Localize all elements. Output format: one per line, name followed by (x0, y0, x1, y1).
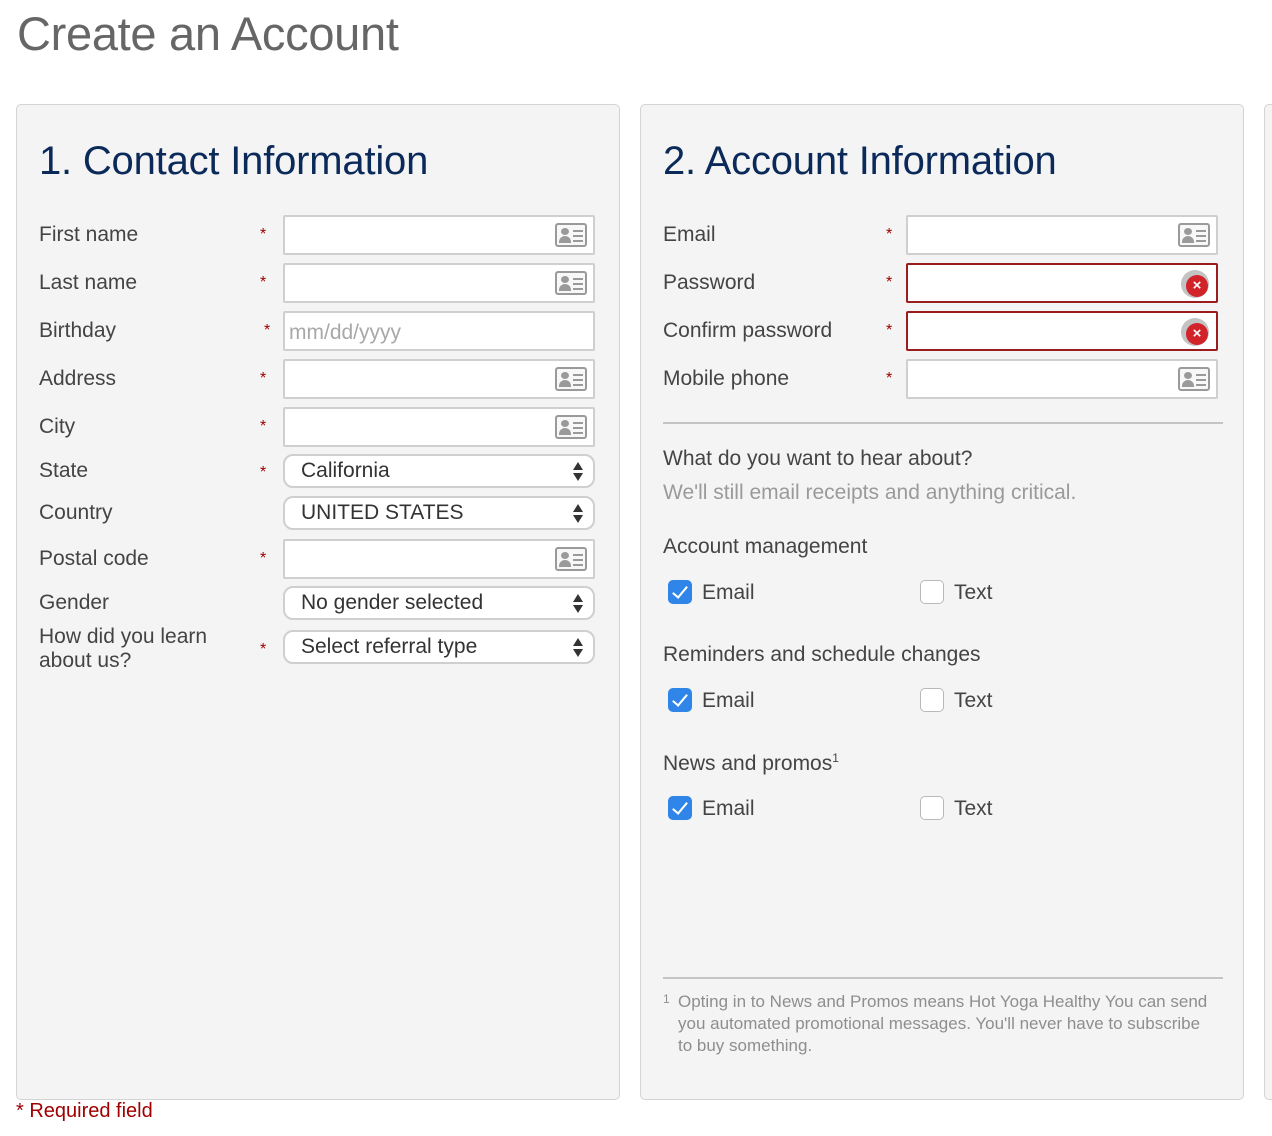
select-arrows-icon (573, 460, 583, 482)
state-label: State (39, 459, 89, 482)
required-marker: * (886, 370, 893, 387)
gender-label: Gender (39, 591, 110, 614)
country-label: Country (39, 501, 113, 524)
country-value: UNITED STATES (301, 501, 464, 524)
error-x-icon: × (1181, 270, 1209, 298)
city-input[interactable] (283, 407, 595, 447)
first-name-input[interactable] (283, 215, 595, 255)
password-input[interactable]: × (906, 263, 1218, 303)
required-field-note: * Required field (16, 1100, 153, 1122)
account-management-text-label[interactable]: Text (954, 581, 993, 605)
referral-label: How did you learn about us? (39, 625, 207, 673)
confirm-password-input[interactable]: × (906, 311, 1218, 351)
account-management-text-checkbox[interactable] (920, 580, 944, 604)
news-promos-title: News and promos1 (663, 751, 839, 776)
error-x-icon: × (1181, 318, 1209, 346)
required-marker: * (260, 370, 267, 387)
news-promos-text-label[interactable]: Text (954, 797, 993, 821)
reminders-title: Reminders and schedule changes (663, 643, 981, 666)
select-arrows-icon (573, 502, 583, 524)
postal-code-input[interactable] (283, 539, 595, 579)
required-marker: * (260, 464, 267, 481)
address-input[interactable] (283, 359, 595, 399)
select-arrows-icon (573, 636, 583, 658)
birthday-input[interactable]: mm/dd/yyyy (283, 311, 595, 351)
preferences-subtext: We'll still email receipts and anything … (663, 481, 1077, 504)
reminders-email-checkbox[interactable] (668, 688, 692, 712)
account-management-email-label[interactable]: Email (702, 581, 755, 605)
password-label: Password (663, 271, 756, 294)
mobile-phone-label: Mobile phone (663, 367, 790, 390)
first-name-label: First name (39, 223, 139, 246)
gender-select[interactable]: No gender selected (283, 586, 595, 620)
postal-code-label: Postal code (39, 547, 149, 570)
contact-card-icon[interactable] (555, 415, 587, 439)
email-label: Email (663, 223, 716, 246)
referral-label-line2: about us? (39, 649, 132, 672)
footnote-ref: 1 (832, 751, 839, 765)
address-label: Address (39, 367, 117, 390)
reminders-text-label[interactable]: Text (954, 689, 993, 713)
contact-card-icon[interactable] (1178, 367, 1210, 391)
account-management-email-checkbox[interactable] (668, 580, 692, 604)
select-arrows-icon (573, 592, 583, 614)
required-marker: * (260, 550, 267, 567)
required-marker: * (260, 226, 267, 243)
city-label: City (39, 415, 76, 438)
footnote-divider (663, 977, 1223, 979)
account-information-panel: 2. Account Information Email * Password … (640, 104, 1244, 1100)
confirm-password-label: Confirm password (663, 319, 833, 342)
required-marker: * (886, 274, 893, 291)
news-promos-text-checkbox[interactable] (920, 796, 944, 820)
contact-card-icon[interactable] (555, 271, 587, 295)
country-select[interactable]: UNITED STATES (283, 496, 595, 530)
next-panel-edge (1264, 104, 1272, 1100)
contact-card-icon[interactable] (555, 367, 587, 391)
required-marker: * (260, 274, 267, 291)
last-name-input[interactable] (283, 263, 595, 303)
referral-select[interactable]: Select referral type (283, 630, 595, 664)
last-name-label: Last name (39, 271, 138, 294)
required-marker: * (260, 418, 267, 435)
account-management-title: Account management (663, 535, 868, 558)
account-information-heading: 2. Account Information (663, 139, 1057, 183)
section-divider (663, 422, 1223, 424)
footnote-number: 1 (663, 992, 670, 1006)
required-marker: * (264, 322, 271, 339)
state-select[interactable]: California (283, 454, 595, 488)
contact-information-panel: 1. Contact Information First name * Last… (16, 104, 620, 1100)
birthday-label: Birthday (39, 319, 117, 342)
required-marker: * (260, 641, 267, 658)
footnote-text: Opting in to News and Promos means Hot Y… (678, 992, 1208, 1055)
news-promos-title-text: News and promos (663, 752, 833, 775)
referral-value: Select referral type (301, 635, 478, 658)
reminders-email-label[interactable]: Email (702, 689, 755, 713)
page-title: Create an Account (17, 7, 399, 60)
required-marker: * (886, 322, 893, 339)
news-promos-email-label[interactable]: Email (702, 797, 755, 821)
reminders-text-checkbox[interactable] (920, 688, 944, 712)
state-value: California (301, 459, 390, 482)
contact-card-icon[interactable] (555, 547, 587, 571)
news-promos-email-checkbox[interactable] (668, 796, 692, 820)
contact-information-heading: 1. Contact Information (39, 139, 429, 183)
birthday-placeholder: mm/dd/yyyy (289, 321, 402, 344)
required-marker: * (886, 226, 893, 243)
gender-value: No gender selected (301, 591, 484, 614)
contact-card-icon[interactable] (555, 223, 587, 247)
referral-label-line1: How did you learn (39, 625, 208, 648)
email-input[interactable] (906, 215, 1218, 255)
mobile-phone-input[interactable] (906, 359, 1218, 399)
contact-card-icon[interactable] (1178, 223, 1210, 247)
preferences-question: What do you want to hear about? (663, 447, 973, 470)
